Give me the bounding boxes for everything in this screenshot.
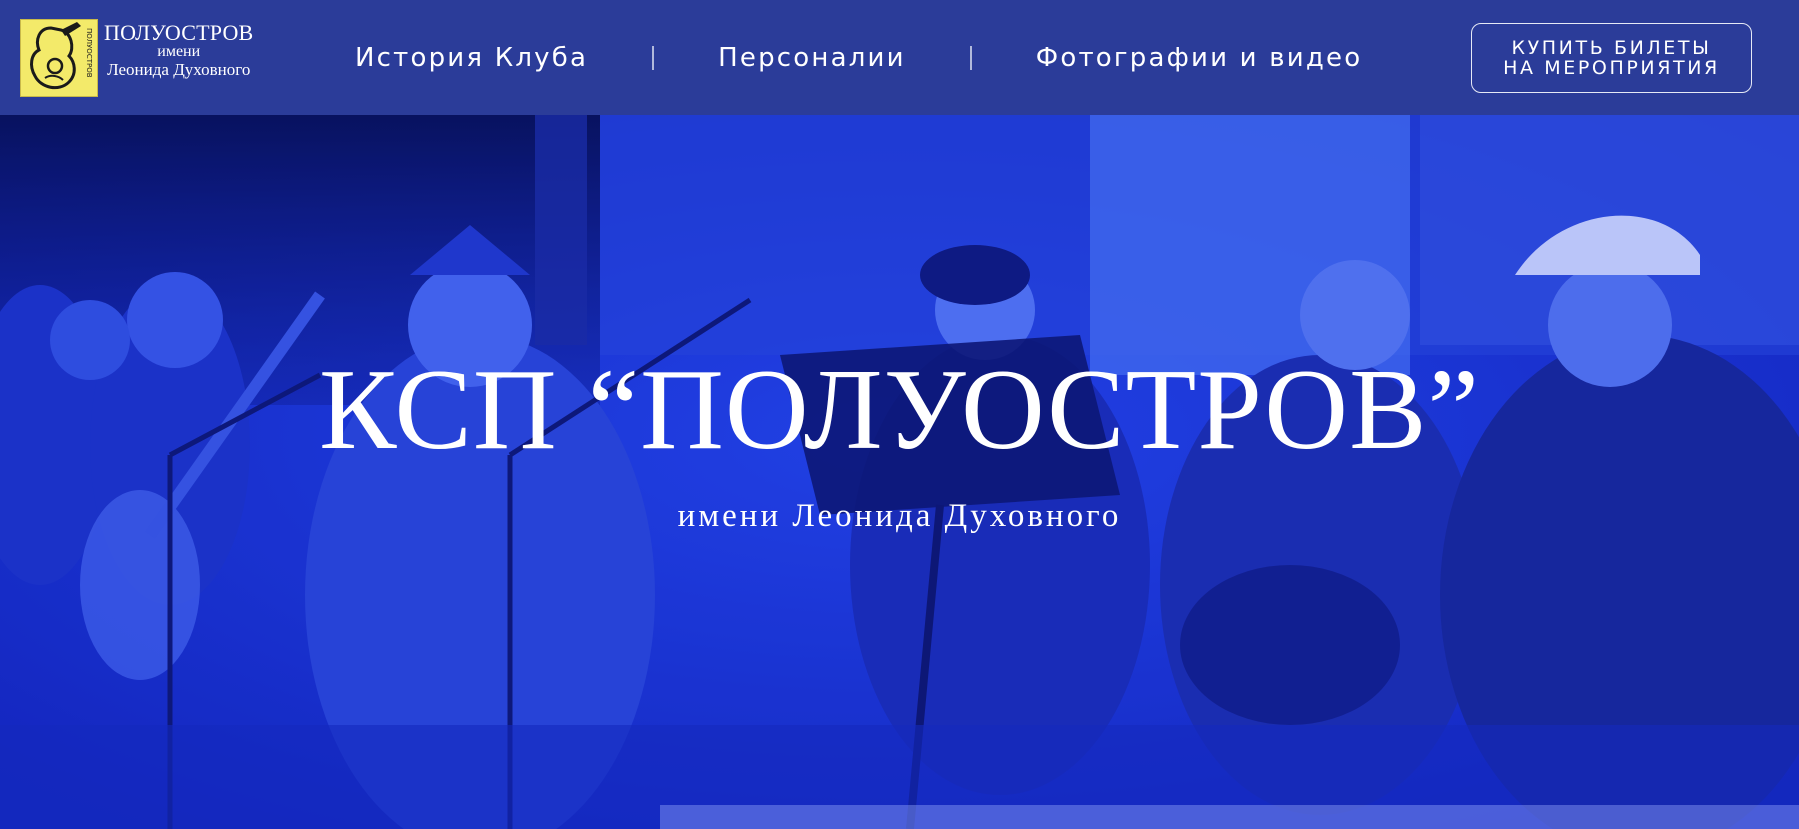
nav-club-history[interactable]: История Клуба bbox=[355, 43, 588, 73]
nav-divider bbox=[969, 45, 972, 70]
logo-subtitle-line1: имени bbox=[157, 43, 201, 61]
hero-title: КСП “ПОЛУОСТРОВ” bbox=[319, 346, 1480, 474]
logo-subtitle-line2: Леонида Духовного bbox=[107, 59, 251, 79]
hero-banner: КСП “ПОЛУОСТРОВ” имени Леонида Духовного bbox=[0, 115, 1799, 829]
hero-subtitle: имени Леонида Духовного bbox=[677, 498, 1122, 534]
nav-personalities[interactable]: Персоналии bbox=[718, 43, 906, 73]
guitar-logo-icon: ПОЛУОСТРОВ bbox=[20, 19, 98, 97]
nav-divider bbox=[652, 45, 655, 70]
site-header: ПОЛУОСТРОВ ПОЛУОСТРОВ имени Леонида Духо… bbox=[0, 0, 1799, 115]
main-nav: История Клуба Персоналии Фотографии и ви… bbox=[355, 0, 1362, 115]
buy-tickets-button[interactable]: КУПИТЬ БИЛЕТЫ НА МЕРОПРИЯТИЯ bbox=[1471, 23, 1752, 93]
logo-text: ПОЛУОСТРОВ имени Леонида Духовного bbox=[104, 19, 253, 79]
logo-title: ПОЛУОСТРОВ bbox=[104, 20, 254, 45]
svg-text:ПОЛУОСТРОВ: ПОЛУОСТРОВ bbox=[85, 28, 93, 78]
club-logo[interactable]: ПОЛУОСТРОВ ПОЛУОСТРОВ имени Леонида Духо… bbox=[20, 19, 253, 97]
buy-tickets-line1: КУПИТЬ БИЛЕТЫ bbox=[1511, 37, 1712, 59]
buy-tickets-line2: НА МЕРОПРИЯТИЯ bbox=[1503, 57, 1720, 79]
nav-photos-videos[interactable]: Фотографии и видео bbox=[1036, 43, 1363, 73]
